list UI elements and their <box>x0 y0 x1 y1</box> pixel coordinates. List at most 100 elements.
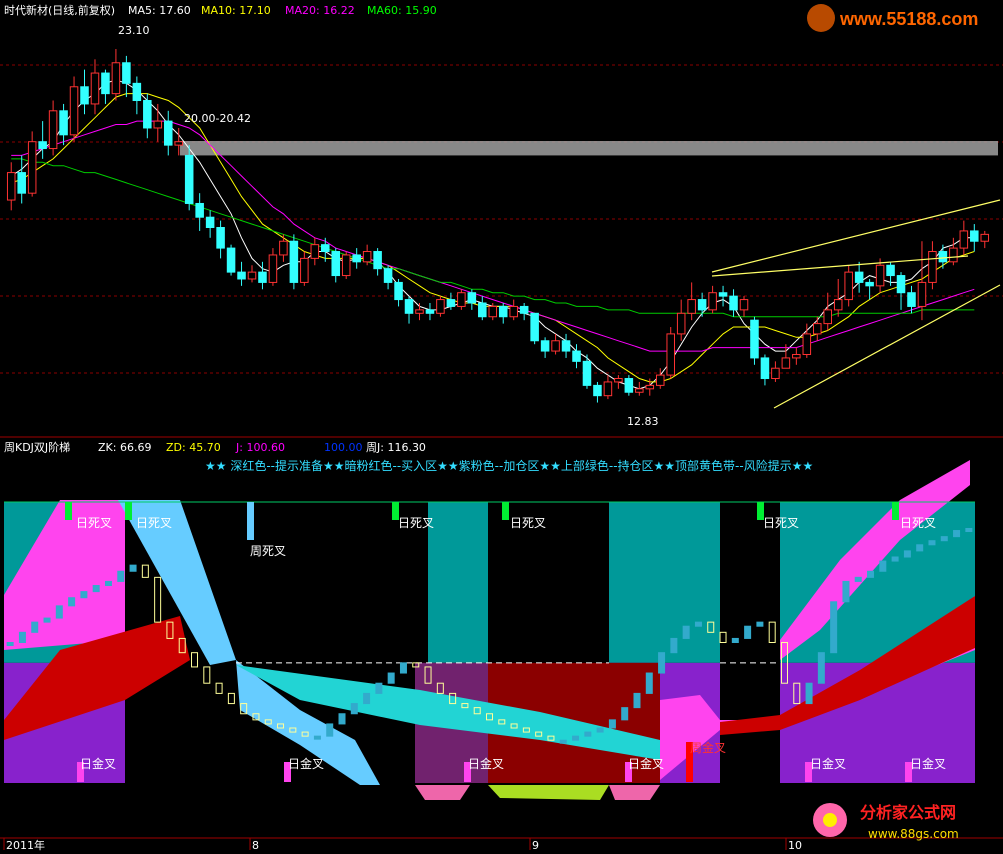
candle <box>917 241 927 321</box>
ma-line-ma60 <box>11 158 975 318</box>
j-bar <box>928 540 936 546</box>
candle <box>205 210 215 238</box>
stock-chart[interactable]: 时代新材(日线,前复权) MA5: 17.60 MA10: 17.10 MA20… <box>0 0 1003 854</box>
watermark-icon <box>807 4 835 32</box>
j-bar <box>744 625 752 639</box>
j-bar <box>375 682 383 694</box>
j-bar <box>608 719 616 729</box>
candle <box>771 361 780 382</box>
j-bar <box>191 652 199 668</box>
j-bar <box>104 580 112 587</box>
j-bar <box>68 597 76 607</box>
j-bar <box>584 731 592 737</box>
watermark-logo: www.55188.com <box>807 4 978 32</box>
j-bar <box>326 723 334 737</box>
j-bar <box>43 617 51 623</box>
dead-cross-label: 日死叉 <box>510 516 546 530</box>
j-bar <box>55 605 63 619</box>
pink-band <box>609 785 660 800</box>
j-bar <box>141 564 149 578</box>
candle <box>519 303 529 321</box>
watermark-text: www.55188.com <box>839 9 978 29</box>
j-bar <box>80 591 88 599</box>
candle <box>69 76 79 142</box>
teal-zone <box>428 502 488 663</box>
j-bar <box>830 601 838 654</box>
low-price-label: 12.83 <box>627 415 659 428</box>
j-bar <box>621 707 629 721</box>
j-bar <box>338 713 346 725</box>
j-bar <box>227 692 235 705</box>
candle <box>90 59 100 115</box>
zj-label: 周J: 116.30 <box>366 441 426 454</box>
candle <box>844 265 853 307</box>
j-bar <box>916 544 924 552</box>
high-price-label: 23.10 <box>118 24 150 37</box>
candle <box>467 289 477 310</box>
candle <box>823 292 833 331</box>
j-bar <box>879 560 887 572</box>
ma10-label: MA10: 17.10 <box>201 4 271 17</box>
candle <box>122 55 131 98</box>
candle <box>237 261 246 286</box>
dead-cross-marker <box>65 502 72 520</box>
candle <box>80 69 89 115</box>
candle <box>195 193 204 231</box>
j-bar <box>731 637 739 644</box>
j-bar <box>940 536 948 542</box>
candle <box>268 248 278 286</box>
golden-cross-label: 日金叉 <box>288 756 324 771</box>
candle <box>582 354 592 389</box>
candle <box>603 375 613 400</box>
candle <box>216 220 225 259</box>
golden-cross-label: 日金叉 <box>80 756 116 771</box>
j-bar <box>559 739 567 744</box>
candle <box>938 244 948 269</box>
gap-zone <box>180 141 998 156</box>
candle <box>289 234 299 290</box>
candle <box>572 344 581 369</box>
lower-title: 周KDJ双J阶梯 <box>4 440 70 454</box>
candle <box>802 323 812 358</box>
x-axis-tick-label: 2011年 <box>6 838 45 852</box>
candle <box>425 303 435 321</box>
candle <box>551 333 560 355</box>
j-bar <box>399 662 407 674</box>
weekly-dead-cross-marker <box>247 502 254 540</box>
j-bar <box>658 652 666 674</box>
candle <box>226 244 236 276</box>
candle <box>6 162 16 211</box>
j-bar <box>572 735 580 741</box>
dead-cross-marker <box>125 502 132 520</box>
candle <box>624 375 634 396</box>
j-bar <box>903 550 911 558</box>
candle <box>687 282 696 321</box>
logo-name: 分析家公式网 <box>860 803 956 822</box>
candle <box>48 100 58 156</box>
candle <box>38 121 47 159</box>
dead-cross-label: 日死叉 <box>763 516 799 530</box>
dead-cross-marker <box>502 502 509 520</box>
hundred-label: 100.00 <box>324 441 363 454</box>
candle <box>509 299 518 321</box>
candle <box>928 241 937 290</box>
candle <box>970 224 979 252</box>
candle <box>593 381 602 403</box>
upper-header: 时代新材(日线,前复权) MA5: 17.60 MA10: 17.10 MA20… <box>4 3 437 17</box>
candle <box>383 265 393 290</box>
j-bar <box>805 682 813 705</box>
j-bar <box>6 642 14 646</box>
candle <box>750 316 759 365</box>
candle <box>101 69 110 104</box>
ma60-label: MA60: 15.90 <box>367 4 437 17</box>
candles <box>6 49 990 403</box>
x-axis-tick-label: 8 <box>252 839 259 852</box>
j-bar <box>891 556 899 562</box>
candle <box>59 103 68 146</box>
candle <box>132 76 142 115</box>
gap-price-label: 20.00-20.42 <box>184 112 251 125</box>
ma20-label: MA20: 16.22 <box>285 4 355 17</box>
lime-band <box>488 785 609 800</box>
j-bar <box>670 637 678 654</box>
j-bar <box>92 585 100 593</box>
